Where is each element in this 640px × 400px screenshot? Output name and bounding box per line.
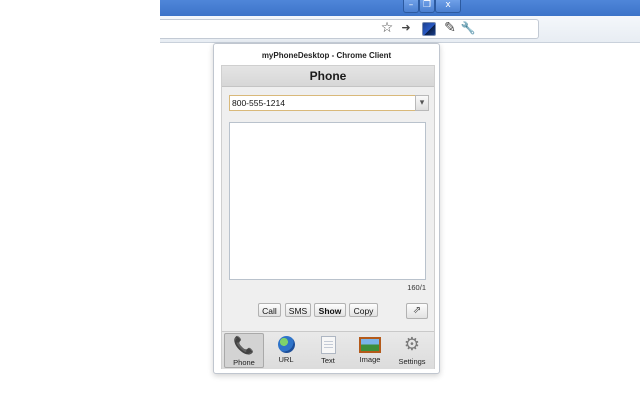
tab-text[interactable]: Text bbox=[308, 333, 348, 368]
share-icon: ⇗ bbox=[412, 305, 422, 316]
edit-icon[interactable]: ✎ bbox=[442, 20, 458, 36]
tab-label-settings: Settings bbox=[398, 357, 426, 366]
number-history-dropdown[interactable]: ▾ bbox=[415, 95, 429, 111]
chevron-down-icon: ▾ bbox=[419, 98, 425, 108]
tab-label-url: URL bbox=[278, 355, 294, 364]
tab-image[interactable]: Image bbox=[350, 333, 390, 368]
phone-number-input[interactable] bbox=[229, 95, 418, 111]
image-icon bbox=[359, 337, 381, 353]
wrench-icon[interactable]: 🔧 bbox=[460, 20, 476, 36]
text-document-icon bbox=[320, 336, 336, 354]
browser-toolbar: ☆ ➜ ✎ 🔧 bbox=[160, 16, 640, 43]
sms-button[interactable]: SMS bbox=[285, 303, 311, 317]
popup-title: myPhoneDesktop - Chrome Client bbox=[261, 51, 392, 60]
extension-mobile-icon[interactable]: ➜ bbox=[398, 20, 414, 36]
tab-phone[interactable]: 📞 Phone bbox=[224, 333, 264, 368]
browser-titlebar: – ❐ x bbox=[160, 0, 640, 16]
globe-icon bbox=[277, 336, 295, 353]
panel-header: Phone bbox=[222, 66, 434, 87]
call-button[interactable]: Call bbox=[258, 303, 281, 317]
phone-icon: 📞 bbox=[233, 336, 255, 356]
share-button[interactable]: ⇗ bbox=[406, 303, 428, 319]
minimize-button[interactable]: – bbox=[403, 0, 419, 13]
tab-label-phone: Phone bbox=[233, 358, 255, 367]
bottom-tab-bar: 📞 Phone URL Text Image ⚙ Settings bbox=[222, 331, 434, 369]
tab-label-text: Text bbox=[321, 356, 335, 365]
tab-url[interactable]: URL bbox=[266, 333, 306, 368]
show-button[interactable]: Show bbox=[314, 303, 346, 317]
tab-label-image: Image bbox=[359, 355, 381, 364]
maximize-button[interactable]: ❐ bbox=[419, 0, 435, 13]
bookmark-star-icon[interactable]: ☆ bbox=[379, 20, 395, 36]
extension-popup: myPhoneDesktop - Chrome Client Phone ▾ 1… bbox=[213, 43, 440, 374]
myphonedesktop-extension-icon[interactable] bbox=[422, 22, 436, 36]
message-textarea[interactable] bbox=[229, 122, 426, 280]
address-bar[interactable] bbox=[160, 19, 539, 39]
close-window-button[interactable]: x bbox=[435, 0, 461, 13]
copy-button[interactable]: Copy bbox=[349, 303, 378, 317]
gear-icon: ⚙ bbox=[403, 334, 421, 355]
character-counter: 160/1 bbox=[407, 283, 426, 292]
tab-settings[interactable]: ⚙ Settings bbox=[392, 333, 432, 368]
phone-panel: Phone ▾ 160/1 Call SMS Show Copy ⇗ 📞 Pho… bbox=[221, 65, 435, 369]
